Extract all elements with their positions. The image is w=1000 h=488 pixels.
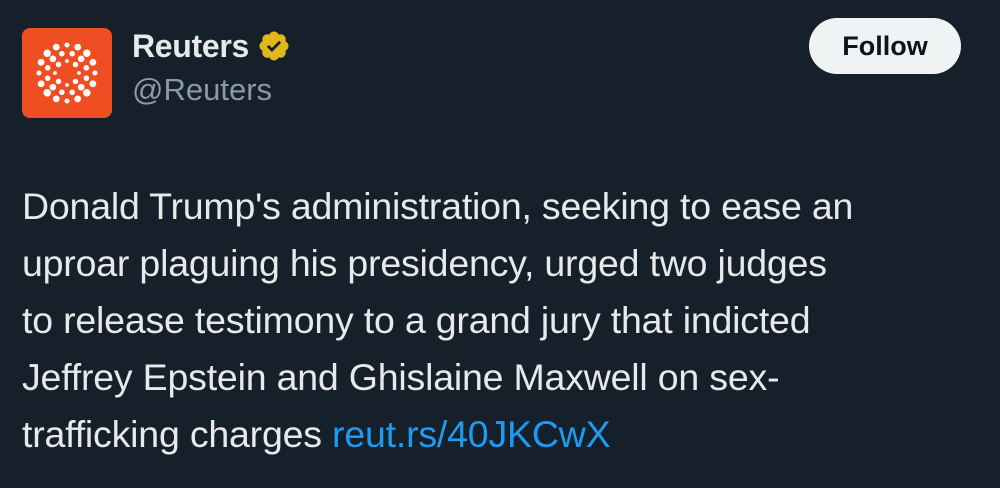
logo-dot	[64, 42, 70, 48]
verified-badge-icon[interactable]	[257, 29, 291, 63]
tweet-line: uproar plaguing his presidency, urged tw…	[22, 242, 827, 284]
logo-dot	[74, 43, 82, 51]
reuters-avatar[interactable]	[22, 28, 112, 118]
logo-dot	[44, 75, 51, 81]
logo-dot	[83, 65, 90, 71]
logo-dot	[77, 55, 85, 63]
logo-dot	[77, 71, 81, 75]
logo-dot	[83, 75, 90, 81]
logo-dot	[55, 78, 62, 85]
logo-dot	[52, 43, 60, 51]
logo-dot	[59, 89, 65, 96]
logo-dot	[92, 70, 98, 76]
account-name-row: Reuters	[132, 24, 291, 68]
logo-dot	[55, 61, 62, 68]
logo-dot	[37, 80, 45, 88]
logo-dot	[49, 55, 57, 63]
logo-dot	[72, 61, 79, 68]
tweet-line-last: trafficking charges reut.rs/40JKCwX	[22, 406, 982, 463]
logo-dot	[74, 95, 82, 103]
logo-dot	[52, 95, 60, 103]
logo-dot	[65, 59, 69, 63]
logo-dot	[36, 70, 42, 76]
tweet-line-text: trafficking charges	[22, 413, 322, 455]
logo-dot	[65, 83, 69, 87]
logo-dot	[49, 83, 57, 91]
logo-dot	[77, 83, 85, 91]
logo-dot	[37, 58, 45, 66]
logo-dot	[89, 58, 97, 66]
logo-dot	[43, 49, 51, 57]
tweet-text: Donald Trump's administration, seeking t…	[22, 178, 982, 463]
logo-dot	[89, 80, 97, 88]
tweet-line: Donald Trump's administration, seeking t…	[22, 185, 854, 227]
tweet-line: Jeffrey Epstein and Ghislaine Maxwell on…	[22, 356, 780, 398]
logo-dot	[43, 89, 51, 97]
logo-dot	[69, 89, 75, 96]
logo-dot	[53, 71, 57, 75]
logo-dot	[83, 49, 91, 57]
account-name[interactable]: Reuters	[132, 28, 249, 65]
tweet-line: to release testimony to a grand jury tha…	[22, 299, 811, 341]
logo-dot	[59, 50, 65, 57]
logo-dot	[83, 89, 91, 97]
account-handle[interactable]: @Reuters	[132, 72, 272, 108]
tweet-link[interactable]: reut.rs/40JKCwX	[332, 413, 611, 455]
follow-button[interactable]: Follow	[809, 18, 961, 74]
reuters-logo-icon	[36, 42, 98, 104]
logo-dot	[72, 78, 79, 85]
tweet-card: Reuters @Reuters Follow Donald Trump's a…	[0, 0, 1000, 488]
logo-dot	[64, 98, 70, 104]
logo-dot	[44, 65, 51, 71]
logo-dot	[69, 50, 75, 57]
